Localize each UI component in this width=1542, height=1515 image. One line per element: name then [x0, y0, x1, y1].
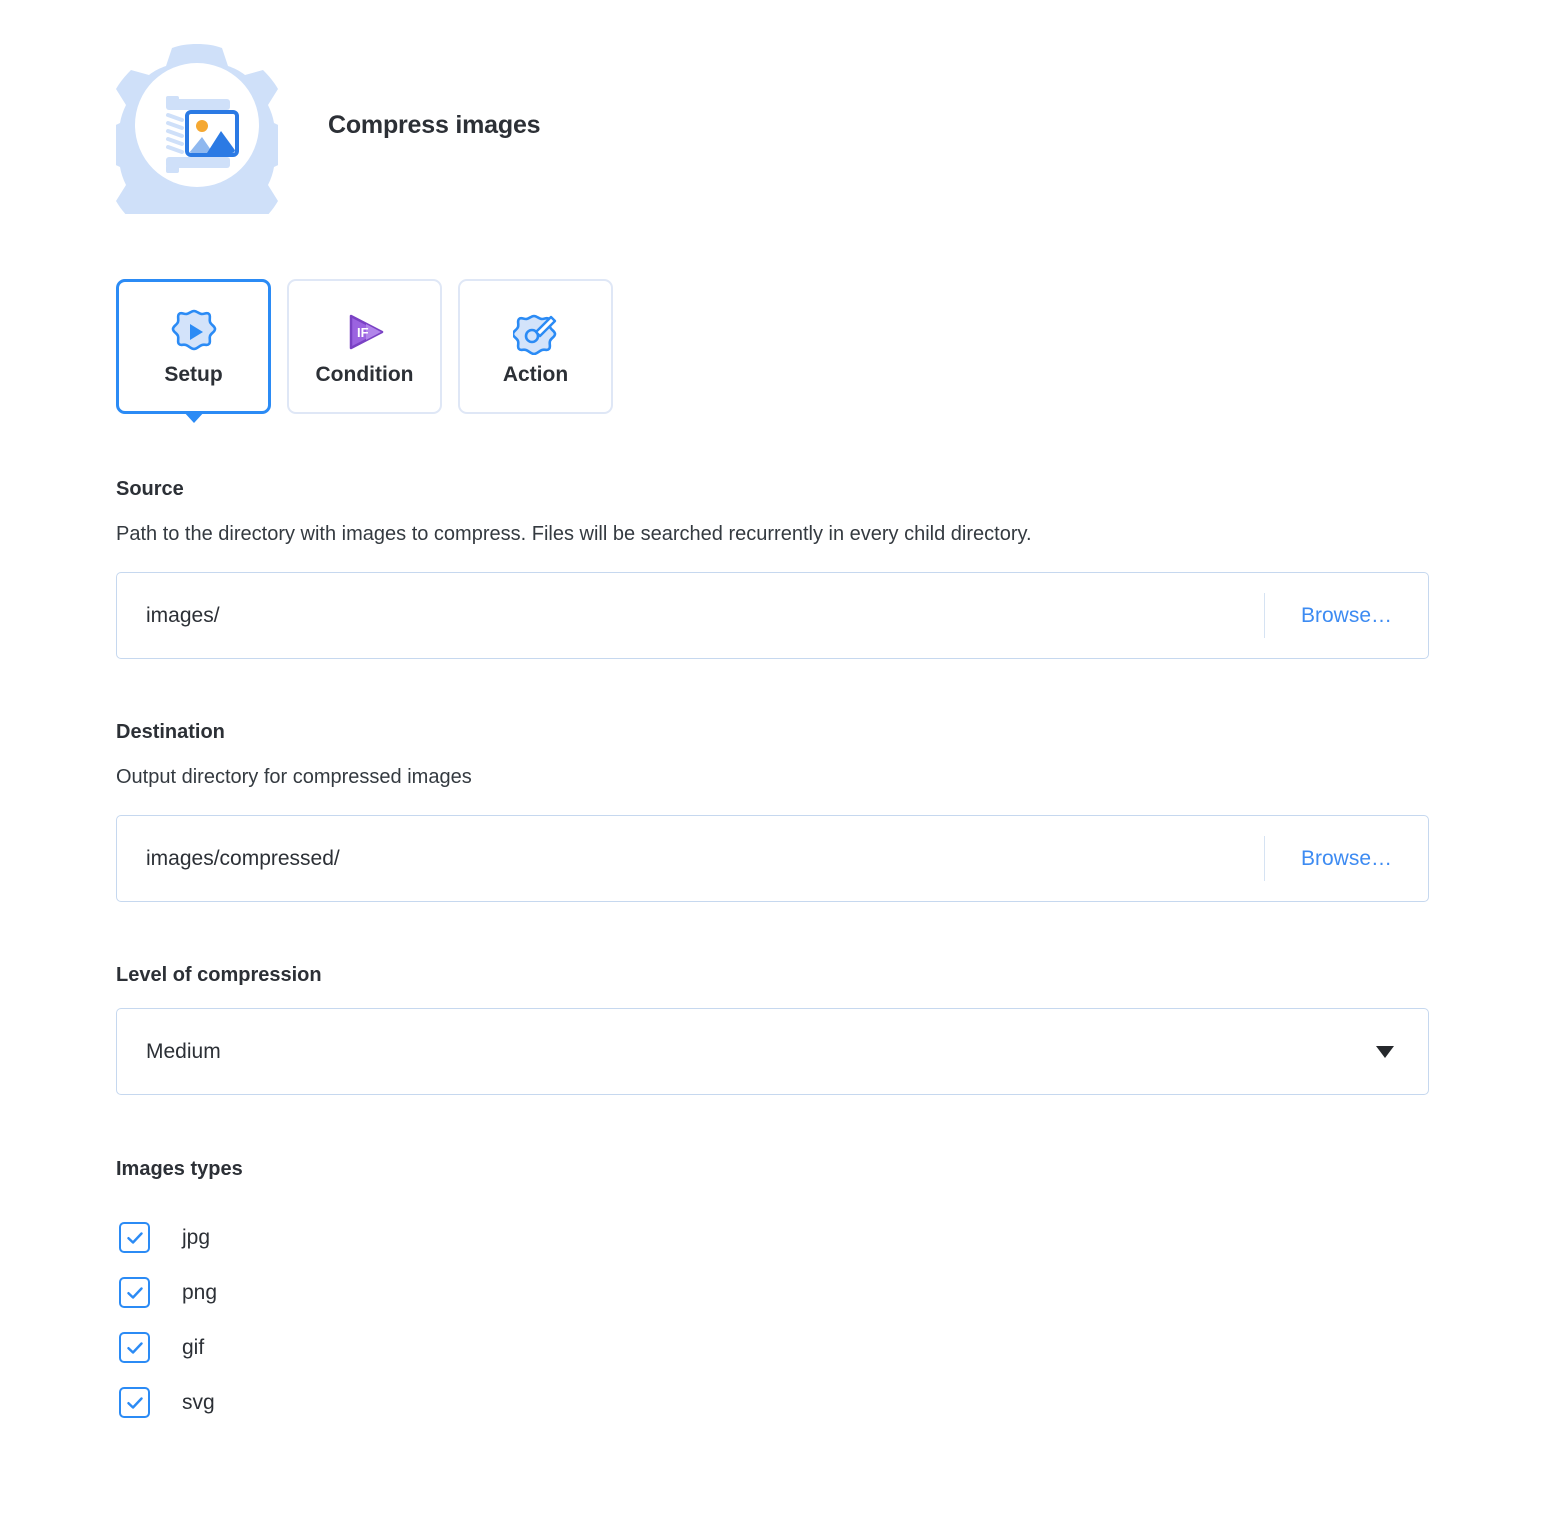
source-label: Source	[116, 478, 1429, 500]
checkbox-jpg[interactable]	[119, 1222, 150, 1253]
destination-browse-button[interactable]: Browse…	[1265, 816, 1428, 901]
destination-label: Destination	[116, 721, 1429, 743]
compress-images-gear-icon	[116, 36, 278, 214]
checkbox-label-png: png	[182, 1282, 217, 1303]
tab-action-label: Action	[503, 364, 568, 385]
setup-play-gear-icon	[171, 309, 217, 355]
image-types-label: Images types	[116, 1158, 1429, 1180]
setup-form: Source Path to the directory with images…	[116, 478, 1429, 1430]
tab-action[interactable]: Action	[458, 279, 613, 414]
svg-text:IF: IF	[357, 325, 369, 340]
image-types-group: Images types jpg png	[116, 1158, 1429, 1430]
destination-field-group: Destination Output directory for compres…	[116, 721, 1429, 902]
destination-input-row: Browse…	[116, 815, 1429, 902]
source-input-row: Browse…	[116, 572, 1429, 659]
source-field-group: Source Path to the directory with images…	[116, 478, 1429, 659]
checkbox-row-jpg[interactable]: jpg	[116, 1210, 1429, 1265]
checkbox-gif[interactable]	[119, 1332, 150, 1363]
image-types-checkbox-list: jpg png gif	[116, 1210, 1429, 1430]
page-title: Compress images	[328, 111, 540, 140]
tab-condition-label: Condition	[316, 364, 414, 385]
tab-bar: Setup IF Condition Action	[116, 279, 613, 414]
checkbox-svg[interactable]	[119, 1387, 150, 1418]
tab-setup-label: Setup	[164, 364, 222, 385]
source-path-input[interactable]	[117, 573, 1264, 658]
source-description: Path to the directory with images to com…	[116, 522, 1429, 546]
action-gear-wrench-icon	[513, 309, 559, 355]
checkbox-row-svg[interactable]: svg	[116, 1375, 1429, 1430]
destination-path-input[interactable]	[117, 816, 1264, 901]
compression-select[interactable]: Medium	[116, 1008, 1429, 1095]
compression-field-group: Level of compression Medium	[116, 964, 1429, 1095]
tab-setup[interactable]: Setup	[116, 279, 271, 414]
checkbox-row-gif[interactable]: gif	[116, 1320, 1429, 1375]
app-header: Compress images	[116, 36, 540, 214]
checkbox-png[interactable]	[119, 1277, 150, 1308]
tab-condition[interactable]: IF Condition	[287, 279, 442, 414]
checkbox-label-jpg: jpg	[182, 1227, 210, 1248]
checkbox-row-png[interactable]: png	[116, 1265, 1429, 1320]
compression-label: Level of compression	[116, 964, 1429, 986]
checkbox-label-gif: gif	[182, 1337, 204, 1358]
source-browse-button[interactable]: Browse…	[1265, 573, 1428, 658]
destination-description: Output directory for compressed images	[116, 765, 1429, 789]
checkbox-label-svg: svg	[182, 1392, 215, 1413]
condition-if-play-icon: IF	[342, 309, 388, 355]
chevron-down-icon	[1376, 1046, 1394, 1058]
compression-selected-value: Medium	[117, 1040, 221, 1064]
